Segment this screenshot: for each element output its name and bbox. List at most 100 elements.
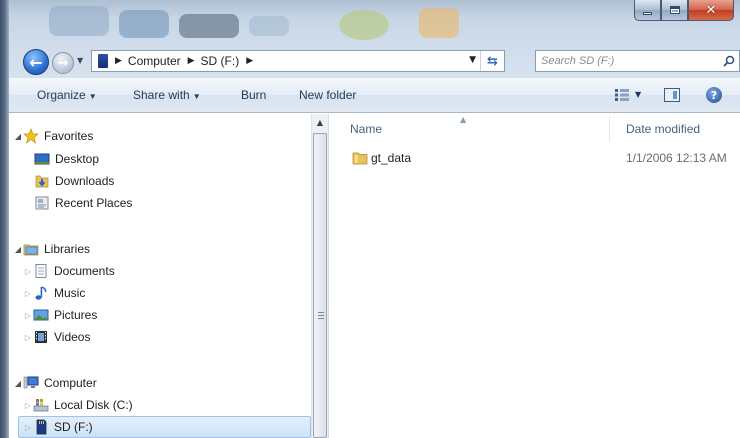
breadcrumb-separator[interactable]: ▶ bbox=[115, 56, 122, 66]
sidebar-item-label: Recent Places bbox=[55, 196, 133, 210]
collapsed-triangle-icon[interactable]: ▷ bbox=[23, 311, 33, 320]
breadcrumb-separator[interactable]: ▶ bbox=[188, 56, 195, 66]
column-header-date-modified[interactable]: Date modified bbox=[626, 114, 700, 144]
file-name: gt_data bbox=[371, 151, 412, 165]
scrollbar-thumb[interactable] bbox=[313, 133, 327, 438]
collapsed-triangle-icon[interactable]: ▷ bbox=[23, 333, 33, 342]
help-icon[interactable]: ? bbox=[706, 87, 722, 103]
chevron-down-icon[interactable]: ▼ bbox=[635, 90, 641, 99]
sidebar-item-label: SD (F:) bbox=[54, 420, 93, 434]
sidebar-item-label: Documents bbox=[54, 264, 115, 278]
refresh-button[interactable]: ⇆ bbox=[480, 51, 504, 71]
new-folder-label: New folder bbox=[299, 88, 357, 102]
window-border bbox=[0, 0, 9, 438]
search-icon[interactable] bbox=[723, 55, 735, 67]
folder-icon bbox=[352, 152, 368, 165]
forward-arrow-icon: → bbox=[57, 55, 69, 71]
collapsed-triangle-icon[interactable]: ▷ bbox=[23, 423, 33, 432]
libraries-icon bbox=[23, 244, 39, 256]
maximize-button[interactable] bbox=[661, 0, 688, 21]
recent-pages-dropdown[interactable]: ▼ bbox=[77, 56, 83, 65]
maximize-icon bbox=[669, 6, 680, 14]
forward-button[interactable]: → bbox=[52, 52, 74, 74]
share-with-menu[interactable]: Share with ▼ bbox=[133, 88, 201, 102]
title-bar[interactable]: ✕ bbox=[9, 0, 740, 44]
close-button[interactable]: ✕ bbox=[688, 0, 734, 21]
change-view-icon[interactable] bbox=[615, 89, 629, 101]
organize-menu[interactable]: Organize ▼ bbox=[37, 88, 97, 102]
scroll-up-arrow-icon[interactable]: ▲ bbox=[312, 118, 328, 127]
sidebar-item-label: Pictures bbox=[54, 308, 98, 322]
nav-group-label: Favorites bbox=[44, 129, 94, 143]
navigation-pane-scrollbar[interactable]: ▲ bbox=[311, 114, 328, 438]
explorer-window: ✕ ← → ▼ ▶ Computer ▶ SD (F:) ▶ ▼ ⇆ Searc… bbox=[0, 0, 740, 438]
collapsed-triangle-icon[interactable]: ▷ bbox=[23, 401, 33, 410]
sort-ascending-icon: ▲ bbox=[460, 115, 467, 124]
nav-group-computer[interactable]: ◢ Computer bbox=[13, 373, 97, 393]
sidebar-item-recent-places[interactable]: Recent Places bbox=[34, 193, 132, 213]
burn-button[interactable]: Burn bbox=[241, 88, 266, 102]
sidebar-item-local-disk[interactable]: ▷ Local Disk (C:) bbox=[23, 395, 133, 415]
minimize-icon bbox=[643, 11, 652, 15]
sidebar-item-pictures[interactable]: ▷ Pictures bbox=[23, 305, 97, 325]
downloads-folder-icon bbox=[35, 175, 49, 188]
breadcrumb-separator[interactable]: ▶ bbox=[246, 56, 253, 66]
aero-glass-reflection bbox=[49, 6, 109, 36]
back-button[interactable]: ← bbox=[23, 49, 49, 75]
refresh-icon: ⇆ bbox=[487, 53, 498, 69]
back-arrow-icon: ← bbox=[29, 52, 43, 72]
computer-icon bbox=[23, 376, 39, 389]
breadcrumb-sd-drive[interactable]: SD (F:) bbox=[201, 54, 240, 68]
search-box[interactable]: Search SD (F:) bbox=[535, 50, 740, 72]
sidebar-item-documents[interactable]: ▷ Documents bbox=[23, 261, 115, 281]
nav-group-favorites[interactable]: ◢ Favorites bbox=[13, 126, 93, 146]
sd-card-icon bbox=[98, 54, 108, 68]
sidebar-item-downloads[interactable]: Downloads bbox=[34, 171, 114, 191]
nav-group-libraries[interactable]: ◢ Libraries bbox=[13, 239, 90, 259]
star-icon bbox=[23, 128, 39, 144]
aero-glass-reflection bbox=[339, 10, 389, 40]
expanded-triangle-icon[interactable]: ◢ bbox=[13, 379, 23, 388]
nav-group-label: Computer bbox=[44, 376, 97, 390]
collapsed-triangle-icon[interactable]: ▷ bbox=[23, 267, 33, 276]
sidebar-item-sd-drive[interactable]: ▷ SD (F:) bbox=[18, 416, 311, 438]
burn-label: Burn bbox=[241, 88, 267, 102]
scrollbar-grip bbox=[318, 312, 324, 319]
expanded-triangle-icon[interactable]: ◢ bbox=[13, 245, 23, 254]
sidebar-item-music[interactable]: ▷ Music bbox=[23, 283, 85, 303]
share-with-label: Share with bbox=[133, 88, 190, 102]
expanded-triangle-icon[interactable]: ◢ bbox=[13, 132, 23, 141]
column-header-label: Date modified bbox=[626, 122, 701, 136]
navigation-pane: ◢ Favorites Desktop Downloads Recent Pla… bbox=[9, 114, 311, 438]
command-bar: Organize ▼ Share with ▼ Burn New folder ▼ … bbox=[9, 78, 740, 113]
address-history-dropdown[interactable]: ▼ bbox=[469, 55, 476, 65]
close-icon: ✕ bbox=[705, 2, 717, 18]
sidebar-item-desktop[interactable]: Desktop bbox=[34, 149, 99, 169]
chevron-down-icon: ▼ bbox=[88, 92, 97, 101]
collapsed-triangle-icon[interactable]: ▷ bbox=[23, 289, 33, 298]
column-separator[interactable] bbox=[609, 116, 610, 142]
breadcrumb-computer[interactable]: Computer bbox=[128, 54, 181, 68]
sidebar-item-label: Music bbox=[54, 286, 86, 300]
sidebar-item-label: Desktop bbox=[55, 152, 100, 166]
videos-icon bbox=[35, 331, 47, 343]
music-icon bbox=[35, 286, 47, 300]
new-folder-button[interactable]: New folder bbox=[299, 88, 356, 102]
aero-glass-reflection bbox=[179, 14, 239, 38]
pictures-icon bbox=[33, 309, 49, 321]
nav-group-label: Libraries bbox=[44, 242, 91, 256]
sidebar-item-label: Downloads bbox=[55, 174, 115, 188]
minimize-button[interactable] bbox=[634, 0, 661, 21]
search-placeholder: Search SD (F:) bbox=[541, 55, 615, 67]
file-date-modified: 1/1/2006 12:13 AM bbox=[626, 151, 727, 165]
preview-pane-icon[interactable] bbox=[664, 88, 680, 102]
address-bar[interactable]: ▶ Computer ▶ SD (F:) ▶ ▼ ⇆ bbox=[91, 50, 505, 72]
aero-glass-reflection bbox=[249, 16, 289, 36]
table-row[interactable]: gt_data 1/1/2006 12:13 AM bbox=[329, 147, 740, 169]
sidebar-item-videos[interactable]: ▷ Videos bbox=[23, 327, 91, 347]
sidebar-item-label: Local Disk (C:) bbox=[54, 398, 133, 412]
sd-card-icon bbox=[36, 419, 47, 435]
column-header-name[interactable]: Name bbox=[350, 114, 382, 144]
recent-places-icon bbox=[35, 196, 49, 210]
chevron-down-icon: ▼ bbox=[192, 92, 201, 101]
